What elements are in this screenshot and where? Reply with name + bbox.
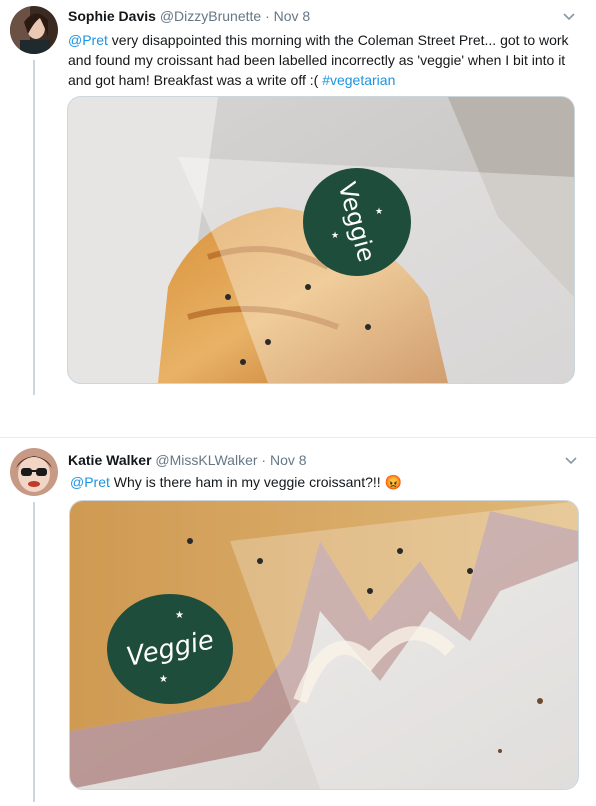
tweet-header: Sophie Davis @DizzyBrunette · Nov 8 — [68, 8, 310, 24]
veggie-sticker: Veggie ★ ★ — [303, 168, 411, 276]
tweet-2[interactable]: Katie Walker @MissKLWalker · Nov 8 @Pret… — [0, 438, 596, 806]
thread-line — [33, 502, 35, 802]
tweet-date[interactable]: Nov 8 — [270, 452, 307, 468]
display-name[interactable]: Katie Walker — [68, 452, 152, 468]
chevron-down-icon[interactable] — [563, 452, 579, 468]
tweet-text: @Pret Why is there ham in my veggie croi… — [70, 472, 576, 492]
tweet-1[interactable]: Sophie Davis @DizzyBrunette · Nov 8 @Pre… — [0, 0, 596, 400]
hashtag-link[interactable]: #vegetarian — [322, 72, 395, 88]
avatar[interactable] — [10, 448, 58, 496]
star-icon: ★ — [375, 206, 384, 216]
tweet-body: Why is there ham in my veggie croissant?… — [109, 474, 385, 490]
thread-line — [33, 60, 35, 395]
tweet-date[interactable]: Nov 8 — [274, 8, 311, 24]
mention-link[interactable]: @Pret — [70, 474, 110, 490]
avatar[interactable] — [10, 6, 58, 54]
user-handle[interactable]: @DizzyBrunette — [160, 8, 261, 24]
separator-dot: · — [265, 8, 270, 24]
mention-link[interactable]: @Pret — [68, 32, 108, 48]
tweet-body: very disappointed this morning with the … — [68, 32, 569, 88]
tweet-header: Katie Walker @MissKLWalker · Nov 8 — [68, 452, 307, 468]
star-icon: ★ — [331, 230, 340, 240]
separator-dot: · — [261, 452, 267, 468]
display-name[interactable]: Sophie Davis — [68, 8, 156, 24]
user-handle[interactable]: @MissKLWalker — [155, 452, 257, 468]
sticker-label: Veggie — [123, 625, 217, 673]
veggie-sticker: Veggie ★ ★ — [107, 594, 233, 704]
angry-face-emoji: 😡 — [384, 474, 402, 490]
star-icon: ★ — [175, 610, 184, 621]
tweet-text: @Pret very disappointed this morning wit… — [68, 30, 574, 90]
star-icon: ★ — [159, 674, 168, 685]
chevron-down-icon[interactable] — [561, 8, 577, 24]
sticker-label: Veggie — [332, 179, 382, 265]
